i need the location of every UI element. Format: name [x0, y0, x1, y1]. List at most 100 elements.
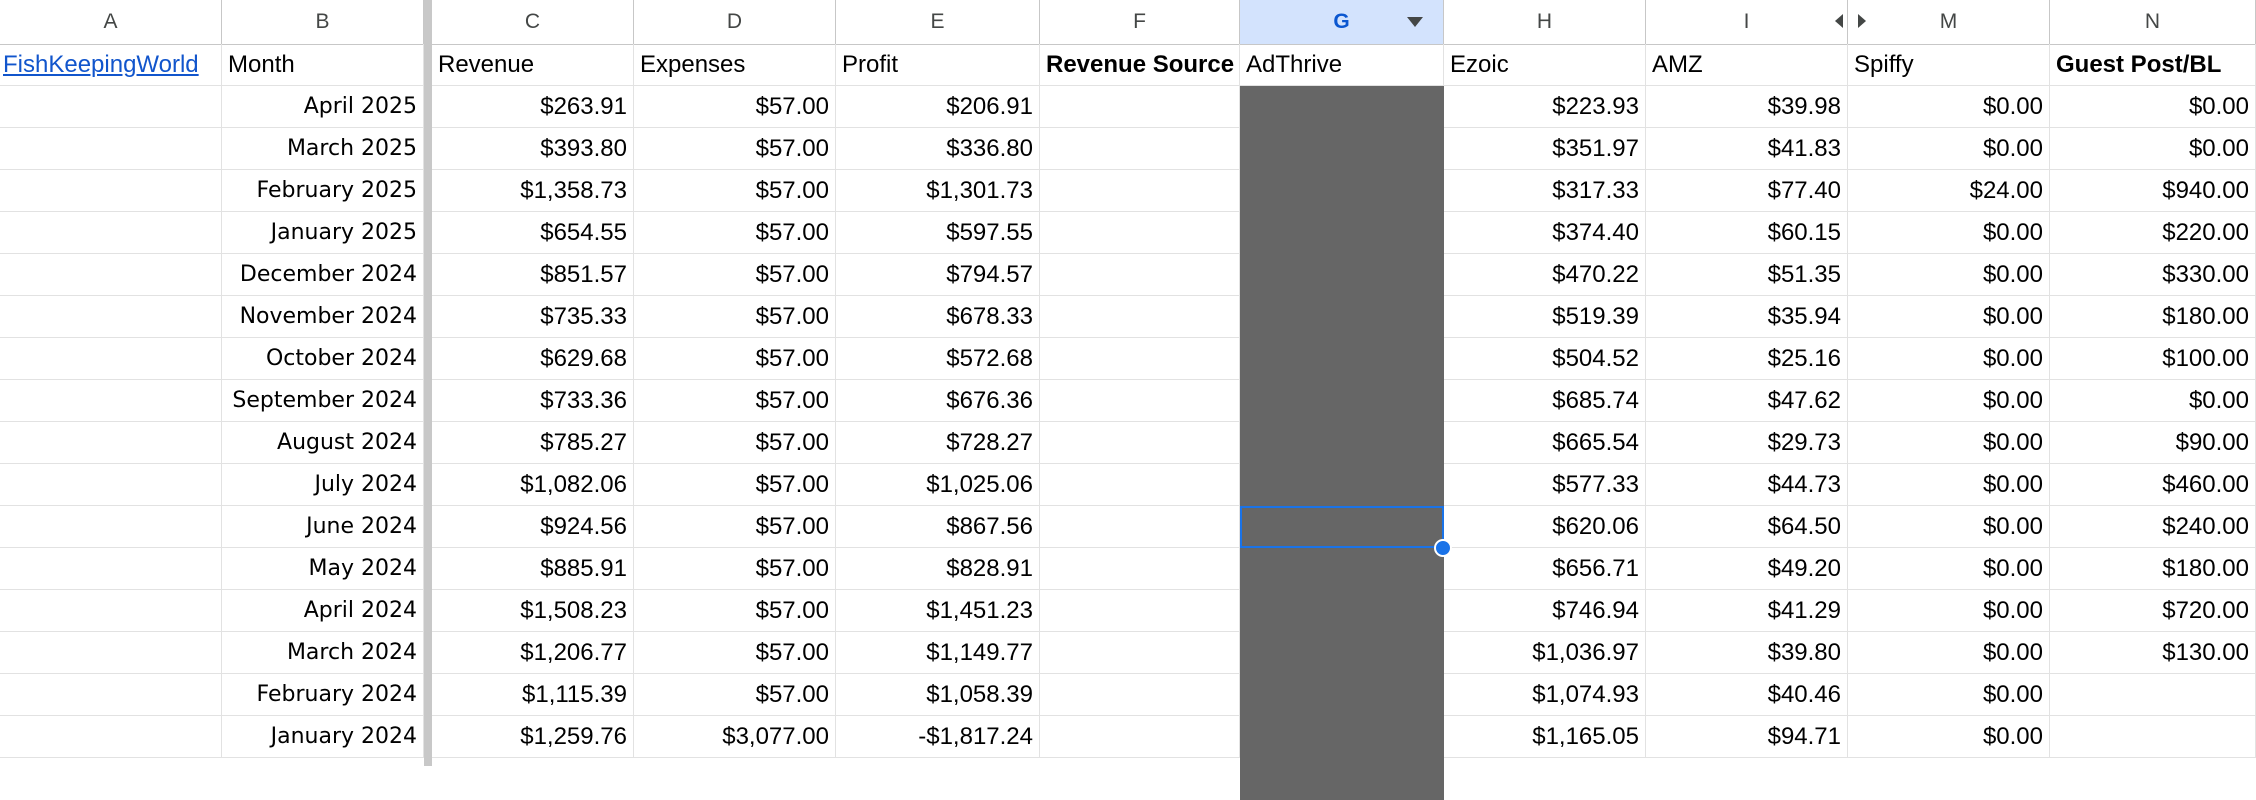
cell-revenue[interactable]: $1,358.73	[432, 170, 634, 212]
cell-expenses[interactable]: $57.00	[634, 590, 836, 632]
cell-month[interactable]: April 2024	[222, 590, 424, 632]
cell-expenses[interactable]: $57.00	[634, 464, 836, 506]
cell-revenue[interactable]: $733.36	[432, 380, 634, 422]
spreadsheet-grid[interactable]: ABCDEFGHIMN FishKeepingWorld Month Revenue…	[0, 0, 2256, 800]
cell-adthrive[interactable]	[1240, 422, 1444, 464]
cell-month[interactable]: October 2024	[222, 338, 424, 380]
cell-profit[interactable]: $678.33	[836, 296, 1040, 338]
cell-spiffy[interactable]: $0.00	[1848, 590, 2050, 632]
cell-profit[interactable]: $728.27	[836, 422, 1040, 464]
column-header-b[interactable]: B	[222, 0, 424, 44]
cell-adthrive[interactable]	[1240, 296, 1444, 338]
cell-amz[interactable]: $49.20	[1646, 548, 1848, 590]
cell-expenses[interactable]: $57.00	[634, 254, 836, 296]
cell-guest-post[interactable]: $90.00	[2050, 422, 2256, 464]
cell-amz[interactable]: $39.80	[1646, 632, 1848, 674]
cell-revenue[interactable]: $885.91	[432, 548, 634, 590]
cell-spiffy[interactable]: $0.00	[1848, 254, 2050, 296]
column-header-n[interactable]: N	[2050, 0, 2256, 44]
cell-guest-post[interactable]: $0.00	[2050, 380, 2256, 422]
cell-guest-post[interactable]: $240.00	[2050, 506, 2256, 548]
cell-revenue-source[interactable]	[1040, 464, 1240, 506]
cell-revenue[interactable]: $785.27	[432, 422, 634, 464]
cell-a[interactable]	[0, 338, 222, 380]
cell-amz[interactable]: $41.29	[1646, 590, 1848, 632]
cell-amz[interactable]: $64.50	[1646, 506, 1848, 548]
cell-guest-post[interactable]: $330.00	[2050, 254, 2256, 296]
cell-expenses[interactable]: $57.00	[634, 170, 836, 212]
cell-ezoic[interactable]: $577.33	[1444, 464, 1646, 506]
cell-spiffy[interactable]: $0.00	[1848, 380, 2050, 422]
cell-month[interactable]: June 2024	[222, 506, 424, 548]
cell-expenses[interactable]: $57.00	[634, 422, 836, 464]
cell-revenue[interactable]: $1,259.76	[432, 716, 634, 758]
cell-profit[interactable]: $1,301.73	[836, 170, 1040, 212]
cell-ezoic[interactable]: $665.54	[1444, 422, 1646, 464]
cell-expenses[interactable]: $57.00	[634, 380, 836, 422]
cell-expenses[interactable]: $57.00	[634, 338, 836, 380]
cell-revenue-source[interactable]	[1040, 548, 1240, 590]
cell-profit[interactable]: -$1,817.24	[836, 716, 1040, 758]
cell-a[interactable]	[0, 254, 222, 296]
cell-revenue[interactable]: $263.91	[432, 86, 634, 128]
column-header-f[interactable]: F	[1040, 0, 1240, 44]
cell-profit[interactable]: $867.56	[836, 506, 1040, 548]
fill-handle[interactable]	[1434, 539, 1452, 557]
cell-revenue-source[interactable]	[1040, 422, 1240, 464]
cell-adthrive[interactable]	[1240, 338, 1444, 380]
cell-guest-post[interactable]: $0.00	[2050, 86, 2256, 128]
cell-ezoic[interactable]: $1,074.93	[1444, 674, 1646, 716]
cell-guest-post[interactable]	[2050, 674, 2256, 716]
cell-revenue[interactable]: $1,082.06	[432, 464, 634, 506]
cell-a[interactable]	[0, 632, 222, 674]
column-header-h[interactable]: H	[1444, 0, 1646, 44]
cell-amz[interactable]: $94.71	[1646, 716, 1848, 758]
cell-spiffy[interactable]: $0.00	[1848, 464, 2050, 506]
cell-guest-post[interactable]: $940.00	[2050, 170, 2256, 212]
cell-month[interactable]: February 2025	[222, 170, 424, 212]
cell-ezoic[interactable]: $656.71	[1444, 548, 1646, 590]
cell-spiffy[interactable]: $0.00	[1848, 422, 2050, 464]
cell-profit[interactable]: $1,149.77	[836, 632, 1040, 674]
cell-ezoic[interactable]: $504.52	[1444, 338, 1646, 380]
cell-expenses[interactable]: $57.00	[634, 128, 836, 170]
cell-spiffy[interactable]: $0.00	[1848, 86, 2050, 128]
cell-month[interactable]: August 2024	[222, 422, 424, 464]
cell-month[interactable]: November 2024	[222, 296, 424, 338]
cell-a[interactable]	[0, 464, 222, 506]
cell-a[interactable]	[0, 422, 222, 464]
cell-profit[interactable]: $794.57	[836, 254, 1040, 296]
cell-guest-post[interactable]: $180.00	[2050, 548, 2256, 590]
cell-profit[interactable]: $206.91	[836, 86, 1040, 128]
cell-guest-post[interactable]: $0.00	[2050, 128, 2256, 170]
cell-profit[interactable]: $1,058.39	[836, 674, 1040, 716]
cell-guest-post[interactable]: $720.00	[2050, 590, 2256, 632]
cell-profit[interactable]: $1,451.23	[836, 590, 1040, 632]
cell-ezoic[interactable]: $1,036.97	[1444, 632, 1646, 674]
cell-ezoic[interactable]: $685.74	[1444, 380, 1646, 422]
cell-a[interactable]	[0, 380, 222, 422]
cell-spiffy[interactable]: $0.00	[1848, 674, 2050, 716]
cell-revenue-source[interactable]	[1040, 632, 1240, 674]
hidden-columns-right-arrow-icon[interactable]	[1858, 14, 1866, 28]
cell-a[interactable]	[0, 506, 222, 548]
cell-revenue[interactable]: $735.33	[432, 296, 634, 338]
cell-expenses[interactable]: $57.00	[634, 632, 836, 674]
cell-ezoic[interactable]: $317.33	[1444, 170, 1646, 212]
freeze-pane-divider[interactable]	[424, 0, 432, 766]
cell-adthrive[interactable]	[1240, 674, 1444, 716]
cell-amz[interactable]: $60.15	[1646, 212, 1848, 254]
cell-month[interactable]: March 2025	[222, 128, 424, 170]
cell-revenue[interactable]: $1,206.77	[432, 632, 634, 674]
cell-revenue-source[interactable]	[1040, 674, 1240, 716]
cell-adthrive[interactable]	[1240, 170, 1444, 212]
cell-ezoic[interactable]: $470.22	[1444, 254, 1646, 296]
cell-ezoic[interactable]: $223.93	[1444, 86, 1646, 128]
cell-profit[interactable]: $572.68	[836, 338, 1040, 380]
cell-profit[interactable]: $676.36	[836, 380, 1040, 422]
cell-expenses[interactable]: $3,077.00	[634, 716, 836, 758]
cell-profit[interactable]: $828.91	[836, 548, 1040, 590]
fishkeepingworld-link[interactable]: FishKeepingWorld	[0, 44, 222, 86]
cell-revenue[interactable]: $1,508.23	[432, 590, 634, 632]
column-header-c[interactable]: C	[432, 0, 634, 44]
